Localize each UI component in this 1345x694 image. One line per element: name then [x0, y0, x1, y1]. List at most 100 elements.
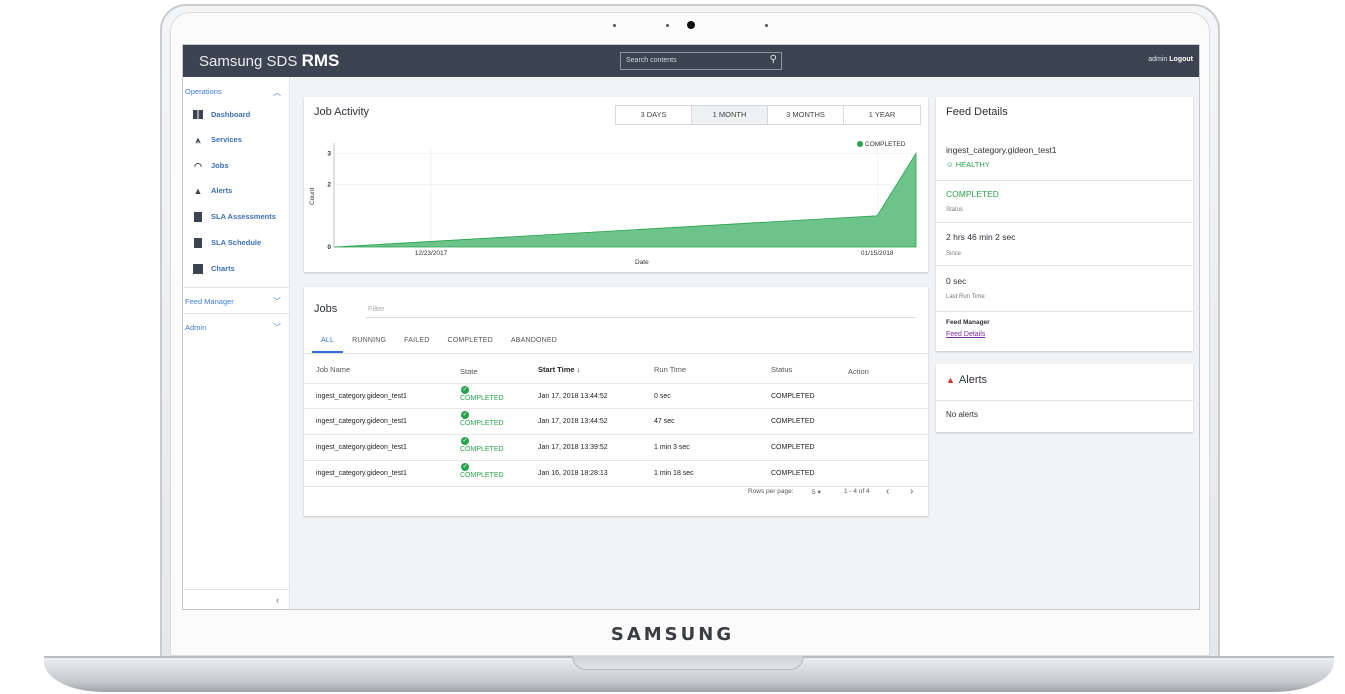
feed-details-title: Feed Details [946, 106, 1008, 118]
sidebar-divider [183, 287, 289, 288]
logo-prefix: Samsung SDS [199, 53, 298, 70]
run-time-cell: 1 min 18 sec [654, 470, 694, 477]
sidebar-group-feed-manager[interactable]: Feed Manager [185, 297, 234, 306]
last-run-label: Last Run Time [946, 294, 985, 300]
check-circle-icon: ✓ [461, 386, 469, 394]
x-tick-label: 01/15/2018 [861, 250, 894, 257]
bell-icon: ▲ [193, 186, 203, 197]
prev-page-icon[interactable]: ‹ [886, 486, 889, 497]
search-icon[interactable]: ⚲ [770, 54, 777, 65]
alerts-divider [936, 400, 1193, 401]
sidebar-item-sla-assessments[interactable]: SLA Assessments [193, 212, 276, 226]
job-status-tabs: ALL RUNNING FAILED COMPLETED ABANDONED [312, 335, 566, 353]
chevron-down-icon[interactable]: ﹀ [273, 322, 281, 333]
sidebar-item-dashboard[interactable]: Dashboard [193, 110, 250, 124]
app-logo[interactable]: Samsung SDS RMS [199, 51, 339, 71]
column-run-time[interactable]: Run Time [654, 365, 686, 374]
job-name-cell[interactable]: ingest_category.gideon_test1 [316, 470, 407, 477]
column-status[interactable]: Status [771, 365, 792, 374]
sidebar-item-jobs[interactable]: ◠ Jobs [193, 161, 228, 175]
x-tick-label: 12/23/2017 [415, 250, 448, 257]
tab-completed[interactable]: COMPLETED [438, 335, 501, 353]
table-row[interactable]: ingest_category.gideon_test1 ✓ COMPLETED … [304, 409, 928, 435]
feed-name: ingest_category.gideon_test1 [946, 145, 1057, 155]
sidebar-item-label: Dashboard [211, 110, 251, 119]
check-circle-icon: ✓ [461, 463, 469, 471]
dashboard-icon [193, 110, 203, 120]
next-page-icon[interactable]: › [910, 486, 913, 497]
job-name-cell[interactable]: ingest_category.gideon_test1 [316, 393, 407, 400]
y-tick-label: 0 [327, 244, 331, 251]
feed-details-link[interactable]: Feed Details [946, 331, 985, 338]
rows-per-page-value: 5 [812, 489, 816, 496]
column-state[interactable]: State [460, 367, 478, 376]
column-start-time[interactable]: Start Time ↓ [538, 365, 580, 374]
column-job-name[interactable]: Job Name [316, 365, 350, 374]
chart-icon [193, 264, 203, 275]
status-cell: COMPLETED [771, 418, 815, 425]
sidebar-item-label: Services [211, 135, 242, 144]
job-activity-card: Job Activity 3 DAYS 1 MONTH 3 MONTHS 1 Y… [304, 97, 928, 272]
logout-link[interactable]: Logout [1169, 56, 1193, 63]
feed-details-card: Feed Details ingest_category.gideon_test… [936, 97, 1193, 351]
top-bar: Samsung SDS RMS Search contents ⚲ admin … [183, 45, 1199, 77]
state-label: COMPLETED [460, 395, 504, 402]
check-circle-icon: ✓ [461, 411, 469, 419]
sidebar-item-label: SLA Schedule [211, 238, 262, 247]
alerts-card: ▲ Alerts No alerts [936, 364, 1193, 432]
table-row[interactable]: ingest_category.gideon_test1 ✓ COMPLETED … [304, 461, 928, 487]
jobs-card: Jobs Filter ALL RUNNING FAILED COMPLETED… [304, 287, 928, 516]
start-time-cell: Jan 17, 2018 13:44:52 [538, 418, 608, 425]
sensor-dot [613, 24, 616, 27]
table-row[interactable]: ingest_category.gideon_test1 ✓ COMPLETED … [304, 435, 928, 461]
table-row[interactable]: ingest_category.gideon_test1 ✓ COMPLETED … [304, 383, 928, 409]
sidebar-item-label: SLA Assessments [211, 212, 276, 221]
series-area-completed [333, 151, 917, 248]
sort-arrow-down-icon[interactable]: ↓ [577, 365, 581, 374]
user-area: admin Logout [1148, 56, 1193, 63]
chevron-down-icon[interactable]: ﹀ [273, 296, 281, 307]
lid-notch [572, 656, 804, 670]
sidebar-item-alerts[interactable]: ▲ Alerts [193, 186, 233, 200]
start-time-cell: Jan 17, 2018 13:44:52 [538, 393, 608, 400]
bell-icon: ▲ [946, 375, 955, 385]
state-label: COMPLETED [460, 420, 504, 427]
search-input[interactable]: Search contents ⚲ [620, 52, 782, 70]
sidebar-group-operations[interactable]: Operations [185, 87, 222, 96]
filter-input[interactable]: Filter [368, 304, 385, 313]
state-cell: ✓ COMPLETED [460, 437, 504, 453]
sidebar-item-label: Alerts [211, 186, 233, 195]
caret-down-icon: ▾ [817, 489, 821, 496]
services-icon: ⩚ [195, 135, 201, 146]
job-name-cell[interactable]: ingest_category.gideon_test1 [316, 418, 407, 425]
column-label: Start Time [538, 365, 575, 374]
start-time-cell: Jan 17, 2018 13:39:52 [538, 444, 608, 451]
start-time-cell: Jan 16, 2018 18:28:13 [538, 470, 608, 477]
sidebar-item-label: Charts [211, 264, 235, 273]
filter-underline [366, 317, 916, 318]
tab-running[interactable]: RUNNING [343, 335, 395, 353]
state-cell: ✓ COMPLETED [460, 463, 504, 479]
sidebar-group-admin[interactable]: Admin [185, 323, 206, 332]
state-cell: ✓ COMPLETED [460, 411, 504, 427]
sensor-dot [765, 24, 768, 27]
tab-failed[interactable]: FAILED [395, 335, 438, 353]
job-name-cell[interactable]: ingest_category.gideon_test1 [316, 444, 407, 451]
status-cell: COMPLETED [771, 393, 815, 400]
chevron-up-icon[interactable]: ︿ [273, 87, 281, 98]
tab-abandoned[interactable]: ABANDONED [502, 335, 566, 353]
tab-all[interactable]: ALL [312, 335, 344, 353]
sidebar-item-sla-schedule[interactable]: SLA Schedule [193, 238, 261, 252]
alerts-header: ▲ Alerts [946, 374, 987, 386]
status-label: Status [946, 207, 964, 213]
last-run-value: 0 sec [946, 276, 967, 286]
since-row: 2 hrs 46 min 2 sec Since [936, 223, 1193, 266]
state-cell: ✓ COMPLETED [460, 386, 504, 402]
rows-per-page-select[interactable]: 5 ▾ [812, 488, 821, 496]
collapse-sidebar-icon[interactable]: ‹ [276, 595, 279, 605]
sidebar-item-services[interactable]: ⩚ Services [193, 135, 242, 149]
sidebar-item-charts[interactable]: Charts [193, 264, 235, 278]
status-cell: COMPLETED [771, 444, 815, 451]
pagination-range: 1 - 4 of 4 [844, 488, 870, 495]
schedule-icon [193, 238, 203, 249]
